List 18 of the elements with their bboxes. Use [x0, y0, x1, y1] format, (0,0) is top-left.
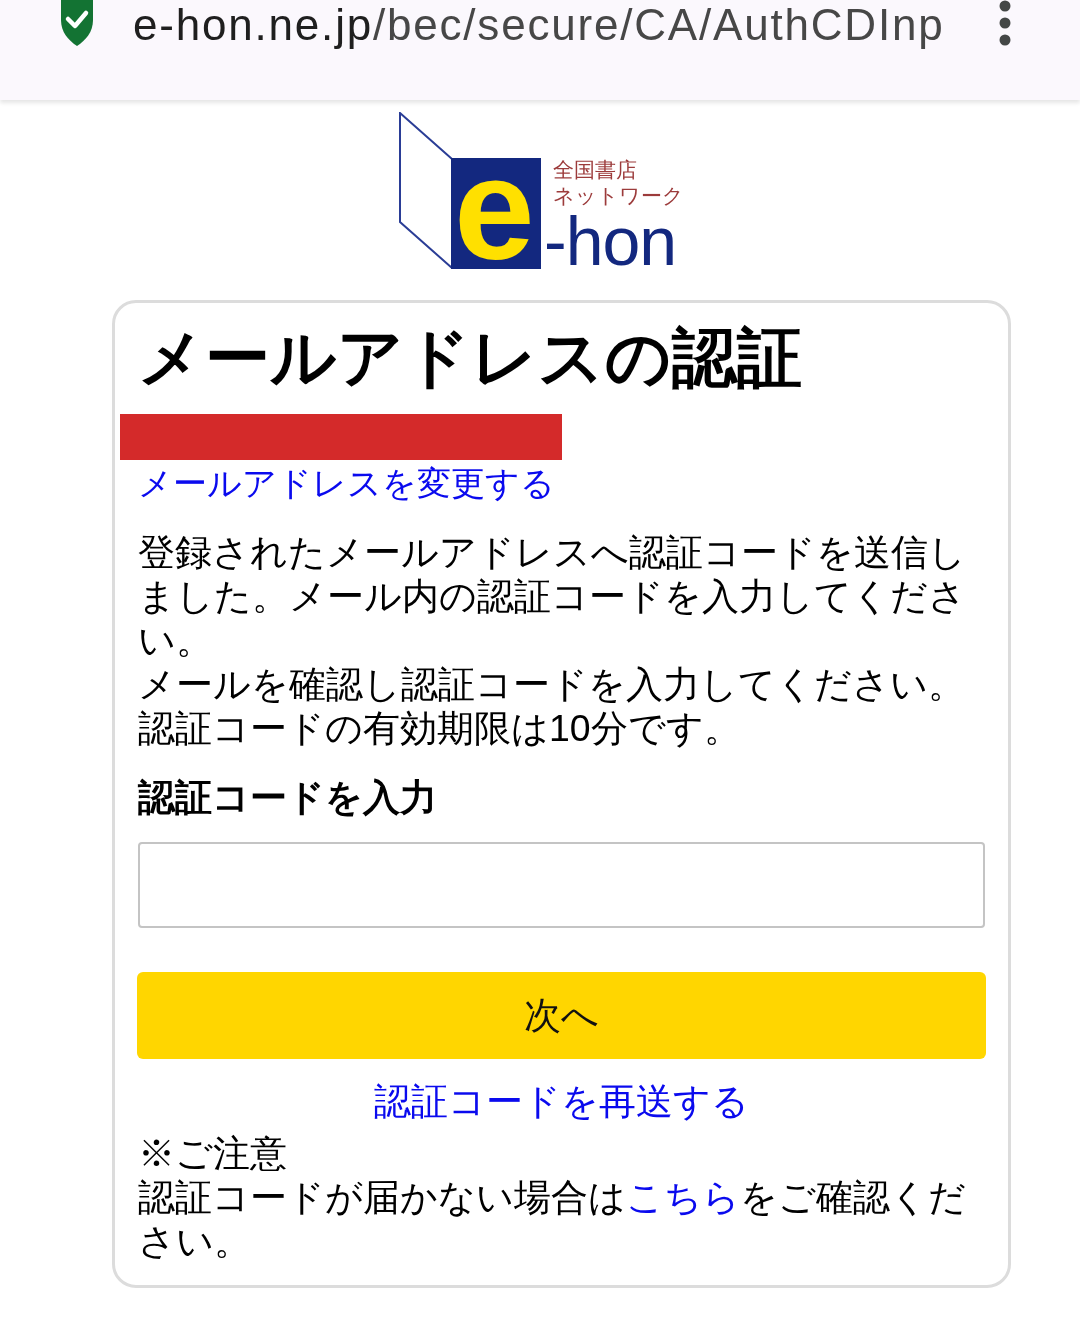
code-input-field[interactable] [138, 842, 985, 928]
message-text: 認証コードの有効期限は10分です。 [138, 706, 742, 750]
message-text: 登録されたメールアドレスへ認証コードを送信しました。メール内の認証コードを入力してください。 [138, 530, 967, 662]
logo-wordmark: -hon [544, 207, 677, 275]
logo-tagline: 全国書店 [553, 157, 637, 183]
logo-letter: e [454, 137, 535, 282]
notice-heading: ※ご注意 [138, 1131, 288, 1175]
field-label: 認証コードを入力 [138, 775, 438, 819]
url-text[interactable]: e-hon.ne.jp/bec/secure/CA/AuthCDInp [133, 0, 945, 50]
more-menu-icon[interactable] [999, 0, 1011, 46]
logo-tagline: ネットワーク [553, 183, 684, 209]
page-title: メールアドレスの認証 [138, 320, 803, 396]
change-email-link[interactable]: メールアドレスを変更する [138, 462, 555, 504]
check-here-link[interactable]: こちら [626, 1176, 740, 1218]
message-text: メールを確認し認証コードを入力してください。 [138, 662, 966, 706]
next-button[interactable]: 次へ [137, 972, 986, 1059]
notice-text: 認証コードが届かない場合は こちら をご確認ください。 [138, 1175, 967, 1263]
resend-code-link[interactable]: 認証コードを再送する [374, 1079, 749, 1123]
